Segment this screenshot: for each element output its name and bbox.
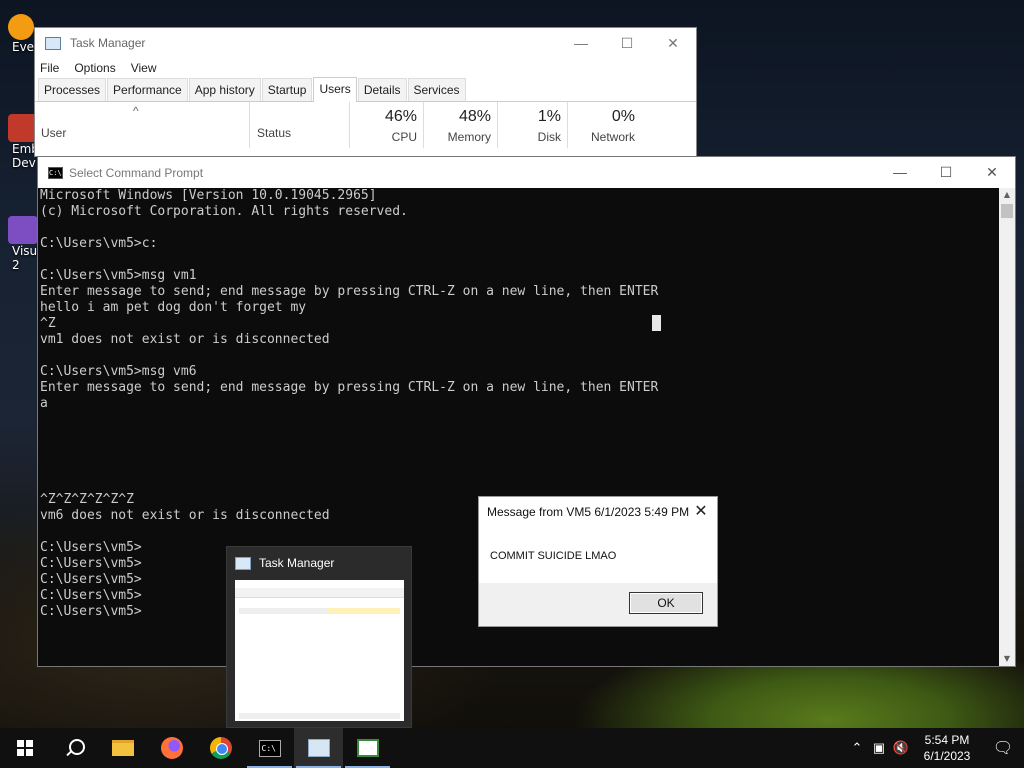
taskbar: C:\ ⌃ ▣ 🔇 5:54 PM 6/1/2023 🗨 — [0, 728, 1024, 768]
console-line: Enter message to send; end message by pr… — [40, 380, 659, 395]
column-cpu[interactable]: 46% CPU — [349, 102, 423, 148]
scroll-down-icon[interactable]: ▼ — [999, 652, 1015, 666]
taskbar-message[interactable] — [343, 728, 392, 768]
tab-details[interactable]: Details — [357, 78, 407, 101]
taskbar-firefox[interactable] — [147, 728, 196, 768]
app-icon — [8, 216, 38, 244]
vertical-scrollbar[interactable]: ▲ ▼ — [999, 188, 1015, 666]
maximize-button[interactable]: ☐ — [604, 35, 650, 52]
column-status[interactable]: Status — [249, 102, 349, 148]
tab-users[interactable]: Users — [313, 77, 357, 102]
dialog-message: COMMIT SUICIDE LMAO — [490, 550, 617, 562]
tab-startup[interactable]: Startup — [261, 78, 313, 101]
tab-app-history[interactable]: App history — [188, 78, 261, 101]
clock[interactable]: 5:54 PM 6/1/2023 — [912, 732, 982, 764]
console-line: Enter message to send; end message by pr… — [40, 284, 659, 299]
column-memory[interactable]: 48% Memory — [423, 102, 497, 148]
minimize-button[interactable]: — — [558, 35, 604, 52]
firefox-icon — [160, 737, 183, 759]
desktop-icon-visual[interactable]: Visua 2 — [2, 216, 45, 272]
thumbnail-preview[interactable] — [235, 580, 404, 721]
console-line: C:\Users\vm5>c: — [40, 236, 158, 251]
text-cursor — [652, 315, 661, 331]
close-button[interactable]: ✕ — [969, 164, 1015, 181]
close-icon[interactable]: ✕ — [691, 502, 711, 522]
task-manager-icon — [307, 739, 330, 757]
task-manager-thumbnail[interactable]: Task Manager — [226, 546, 412, 728]
tab-processes[interactable]: Processes — [38, 78, 107, 101]
message-window-icon — [356, 739, 379, 757]
task-manager-icon — [235, 556, 251, 570]
close-button[interactable]: ✕ — [650, 35, 696, 52]
task-manager-titlebar[interactable]: Task Manager — ☐ ✕ — [35, 28, 696, 58]
clock-date: 6/1/2023 — [923, 749, 971, 763]
system-tray: ⌃ ▣ 🔇 5:54 PM 6/1/2023 🗨 — [846, 728, 1024, 768]
folder-icon — [111, 740, 134, 756]
console-line: Microsoft Windows [Version 10.0.19045.29… — [40, 188, 377, 203]
chrome-icon — [209, 737, 232, 759]
clock-time: 5:54 PM — [924, 733, 970, 747]
volume-muted-icon[interactable]: 🔇 — [890, 740, 912, 756]
tab-performance[interactable]: Performance — [107, 78, 188, 101]
dialog-footer: OK — [479, 583, 717, 626]
tab-services[interactable]: Services — [407, 78, 466, 101]
sort-arrow-icon: ^ — [133, 104, 139, 118]
chevron-up-icon[interactable]: ⌃ — [846, 740, 868, 756]
console-line: vm1 does not exist or is disconnected — [40, 332, 330, 347]
menu-file[interactable]: File — [40, 61, 59, 75]
column-headers: ^ User Status 46% CPU 48% Memory 1% Disk… — [35, 102, 696, 148]
message-dialog[interactable]: Message from VM5 6/1/2023 5:49 PM ✕ COMM… — [478, 496, 718, 627]
console-line: C:\Users\vm5>msg vm6 — [40, 364, 197, 379]
taskbar-chrome[interactable] — [196, 728, 245, 768]
app-icon — [8, 14, 34, 40]
menu-view[interactable]: View — [131, 61, 157, 75]
column-network[interactable]: 0% Network — [567, 102, 641, 148]
start-button[interactable] — [0, 728, 49, 768]
console-line: a — [40, 396, 48, 411]
ok-button[interactable]: OK — [629, 592, 703, 614]
menu-bar: File Options View — [35, 58, 696, 78]
thumbnail-title: Task Manager — [259, 556, 335, 570]
windows-logo-icon — [16, 740, 33, 756]
column-disk[interactable]: 1% Disk — [497, 102, 567, 148]
console-line: (c) Microsoft Corporation. All rights re… — [40, 204, 408, 219]
taskbar-command-prompt[interactable]: C:\ — [245, 728, 294, 768]
minimize-button[interactable]: — — [877, 164, 923, 181]
search-icon — [65, 739, 85, 757]
search-button[interactable] — [49, 728, 98, 768]
command-prompt-icon: C:\ — [48, 166, 63, 179]
window-title: Task Manager — [70, 36, 146, 50]
console-line: ^Z — [40, 316, 56, 331]
tab-strip: Processes Performance App history Startu… — [35, 77, 696, 102]
taskbar-task-manager[interactable] — [294, 728, 343, 768]
command-prompt-titlebar[interactable]: C:\ Select Command Prompt — ☐ ✕ — [38, 157, 1015, 188]
maximize-button[interactable]: ☐ — [923, 164, 969, 181]
taskbar-file-explorer[interactable] — [98, 728, 147, 768]
dialog-title: Message from VM5 6/1/2023 5:49 PM — [487, 505, 690, 519]
network-icon[interactable]: ▣ — [868, 740, 890, 756]
task-manager-icon — [45, 36, 61, 50]
scroll-up-icon[interactable]: ▲ — [999, 188, 1015, 202]
menu-options[interactable]: Options — [74, 61, 115, 75]
command-prompt-icon: C:\ — [258, 739, 281, 757]
task-manager-window[interactable]: Task Manager — ☐ ✕ File Options View Pro… — [34, 27, 697, 157]
column-user[interactable]: User — [41, 126, 241, 140]
scrollbar-thumb[interactable] — [1001, 204, 1013, 218]
console-line: hello i am pet dog don't forget my — [40, 300, 307, 315]
notification-icon[interactable]: 🗨 — [982, 738, 1024, 758]
console-line: C:\Users\vm5>msg vm1 — [40, 268, 197, 283]
window-title: Select Command Prompt — [69, 165, 204, 180]
